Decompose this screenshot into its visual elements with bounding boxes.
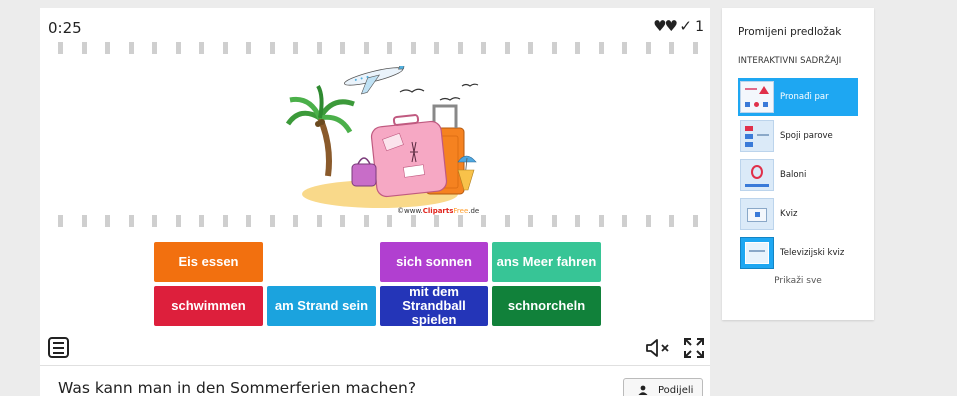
- quiz-thumbnail-icon: [740, 198, 774, 230]
- template-televizijski-kviz[interactable]: Televizijski kviz: [738, 234, 858, 272]
- game-area: 0:25 ♥♥ ✓ 1 ©www.ClipartsFree.de Eis ess…: [40, 8, 710, 365]
- share-button[interactable]: Podijeli: [623, 378, 703, 396]
- answer-tile[interactable]: am Strand sein: [267, 286, 376, 326]
- panel-title: Promijeni predložak: [738, 26, 842, 38]
- clipart-credit: ©www.ClipartsFree.de: [397, 207, 480, 215]
- template-baloni[interactable]: Baloni: [738, 156, 858, 194]
- answer-tile[interactable]: mit dem Strandball spielen: [380, 285, 488, 327]
- fullscreen-icon[interactable]: [683, 337, 705, 359]
- menu-icon[interactable]: [48, 337, 69, 358]
- match-up-thumbnail-icon: [740, 120, 774, 152]
- user-icon: [638, 385, 648, 395]
- panel-subtitle: INTERAKTIVNI SADRŽAJI: [738, 56, 842, 66]
- answer-tile[interactable]: schnorcheln: [492, 286, 601, 326]
- lives-hearts-icon: ♥♥: [653, 17, 678, 35]
- template-pronadi-par[interactable]: Pronađi par: [738, 78, 858, 116]
- template-label: Baloni: [780, 170, 807, 180]
- vacation-illustration: [285, 66, 479, 208]
- film-strip-top: [58, 42, 698, 54]
- share-button-label: Podijeli: [658, 384, 694, 396]
- show-all-link[interactable]: Prikaži sve: [722, 276, 874, 286]
- template-label: Televizijski kviz: [780, 248, 845, 258]
- answer-tile[interactable]: sich sonnen: [380, 242, 488, 282]
- timer: 0:25: [48, 19, 82, 37]
- template-panel: Promijeni predložak INTERAKTIVNI SADRŽAJ…: [722, 8, 874, 320]
- tv-quiz-thumbnail-icon: [740, 237, 774, 269]
- template-spoji-parove[interactable]: Spoji parove: [738, 117, 858, 155]
- answer-tile[interactable]: Eis essen: [154, 242, 263, 282]
- answer-tile[interactable]: ans Meer fahren: [492, 242, 601, 282]
- mute-icon[interactable]: [645, 338, 673, 358]
- template-label: Kviz: [780, 209, 798, 219]
- template-label: Pronađi par: [780, 92, 829, 102]
- template-kviz[interactable]: Kviz: [738, 195, 858, 233]
- score-count: 1: [695, 19, 704, 35]
- answer-tile[interactable]: schwimmen: [154, 286, 263, 326]
- activity-title: Was kann man in den Sommerferien machen?: [58, 379, 417, 396]
- find-match-thumbnail-icon: [740, 81, 774, 113]
- film-strip-bottom: [58, 215, 698, 227]
- template-label: Spoji parove: [780, 131, 833, 141]
- activity-header: Was kann man in den Sommerferien machen?…: [40, 365, 710, 396]
- checkmark-icon: ✓: [679, 17, 692, 35]
- balloon-thumbnail-icon: [740, 159, 774, 191]
